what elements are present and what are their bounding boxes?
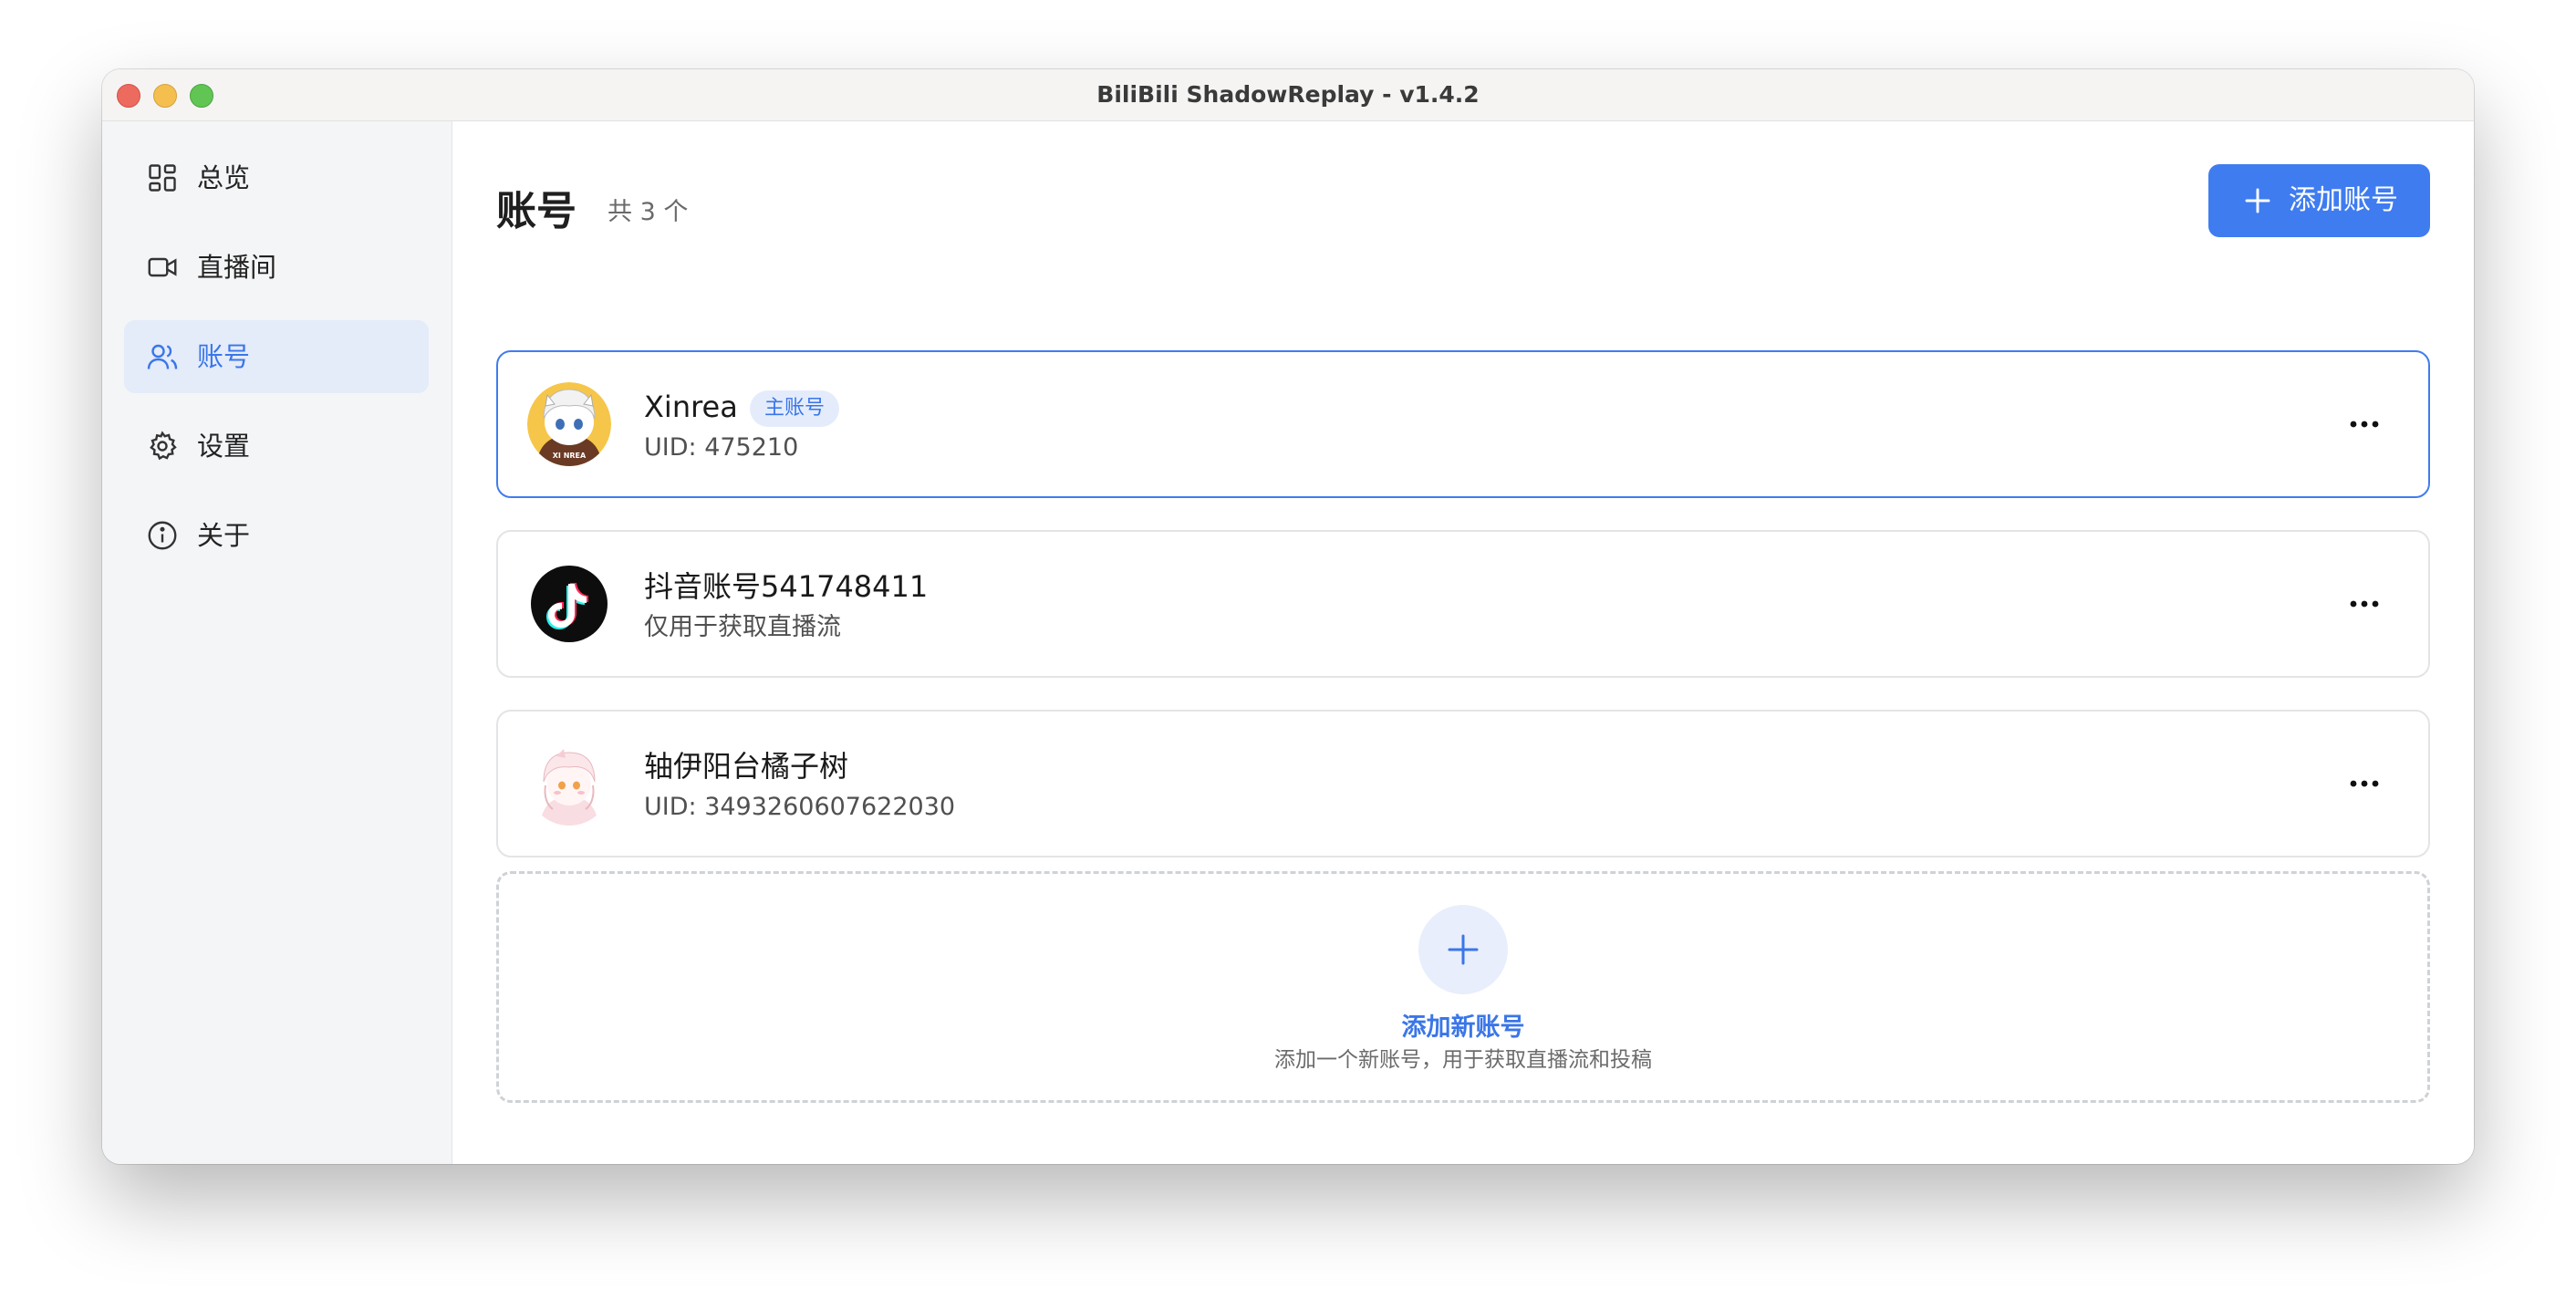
primary-account-badge: 主账号: [750, 390, 840, 427]
account-card[interactable]: 抖音账号541748411 仅用于获取直播流: [496, 530, 2430, 678]
ellipsis-icon: [2350, 780, 2379, 787]
sidebar: 总览 直播间 账号 设置 关于: [102, 121, 452, 1164]
ellipsis-icon: [2350, 421, 2379, 428]
add-circle-button[interactable]: [1418, 905, 1508, 994]
add-account-label: 添加账号: [2289, 184, 2398, 216]
add-new-account-subtitle: 添加一个新账号，用于获取直播流和投稿: [1274, 1048, 1652, 1072]
sidebar-item-label: 总览: [197, 162, 251, 193]
avatar: [527, 742, 611, 826]
plus-icon: [2245, 188, 2270, 213]
more-options-button[interactable]: [2342, 402, 2386, 446]
main-content: 账号 共 3 个 添加账号 XI NREA Xinrea 主账号 UID: 47…: [452, 121, 2474, 1164]
title-bar: BiliBili ShadowReplay - v1.4.2: [102, 69, 2474, 121]
sidebar-item-overview[interactable]: 总览: [124, 141, 429, 214]
ellipsis-icon: [2350, 600, 2379, 608]
avatar: XI NREA: [527, 382, 611, 466]
more-options-button[interactable]: [2342, 582, 2386, 626]
sidebar-item-label: 设置: [197, 431, 251, 462]
sidebar-item-about[interactable]: 关于: [124, 499, 429, 572]
douyin-logo-icon: [527, 562, 611, 646]
gear-icon: [150, 431, 177, 461]
plus-icon: [1448, 934, 1479, 965]
account-name: 轴伊阳台橘子树: [644, 749, 849, 784]
account-card[interactable]: XI NREA Xinrea 主账号 UID: 475210: [496, 350, 2430, 498]
sidebar-item-label: 直播间: [197, 252, 277, 283]
account-name: 抖音账号541748411: [644, 569, 929, 604]
add-new-account-title: 添加新账号: [1401, 1013, 1525, 1042]
sidebar-item-settings[interactable]: 设置: [124, 410, 429, 483]
sidebar-item-label: 账号: [197, 341, 251, 372]
account-name: Xinrea: [644, 390, 738, 424]
account-uid: UID: 3493260607622030: [644, 793, 956, 821]
dashboard-icon: [149, 164, 176, 192]
sidebar-item-accounts[interactable]: 账号: [124, 320, 429, 393]
account-count: 共 3 个: [608, 198, 689, 226]
window-title: BiliBili ShadowReplay - v1.4.2: [1096, 81, 1480, 108]
info-icon: [148, 521, 177, 550]
sidebar-item-label: 关于: [197, 520, 251, 551]
page-title: 账号: [496, 188, 576, 234]
app-window: BiliBili ShadowReplay - v1.4.2 总览 直播间 账号: [102, 69, 2474, 1164]
svg-text:XI NREA: XI NREA: [553, 452, 587, 460]
users-icon: [147, 344, 178, 369]
account-description: 仅用于获取直播流: [644, 613, 841, 641]
sidebar-item-live-rooms[interactable]: 直播间: [124, 231, 429, 304]
more-options-button[interactable]: [2342, 762, 2386, 805]
add-new-account-card[interactable]: 添加新账号 添加一个新账号，用于获取直播流和投稿: [496, 871, 2430, 1103]
account-card[interactable]: 轴伊阳台橘子树 UID: 3493260607622030: [496, 710, 2430, 857]
account-uid: UID: 475210: [644, 433, 799, 462]
video-camera-icon: [148, 257, 177, 277]
add-account-button[interactable]: 添加账号: [2208, 164, 2430, 237]
